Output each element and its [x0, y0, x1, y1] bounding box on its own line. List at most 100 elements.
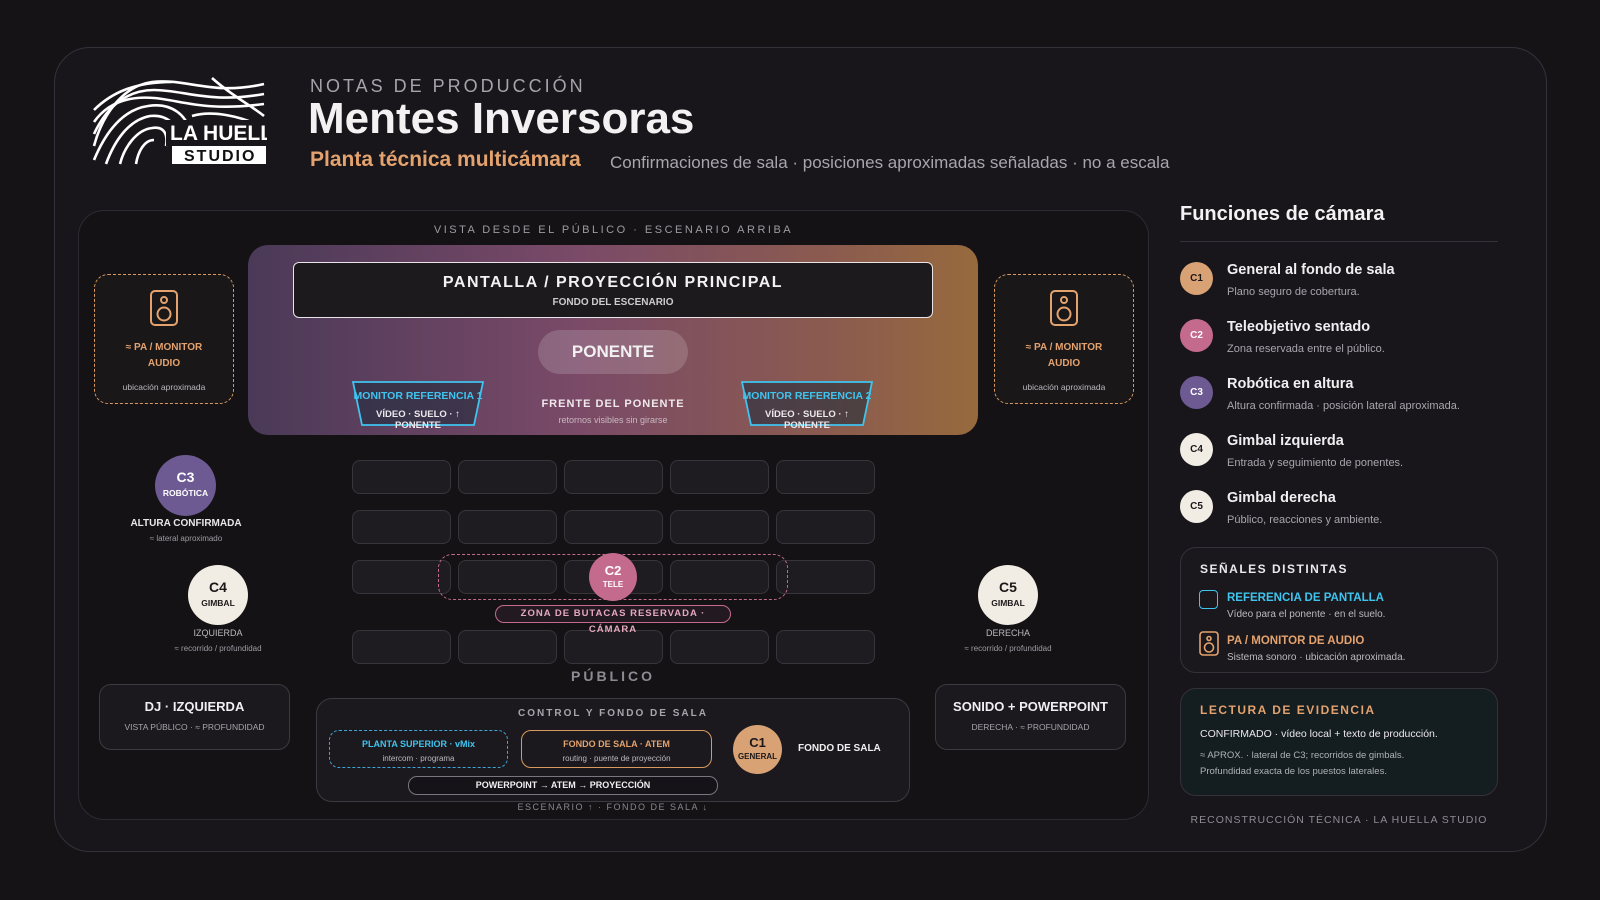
seat-block — [352, 460, 451, 494]
camera-c2: C2 TELE — [589, 553, 637, 601]
camera-c5-label: DERECHA — [985, 628, 1030, 638]
function-title: Robótica en altura — [1227, 376, 1354, 392]
subtitle-note: Confirmaciones de sala · posiciones apro… — [610, 153, 1170, 172]
monitor-2-title: MONITOR REFERENCIA 2 — [742, 390, 872, 402]
speaker-icon — [1199, 631, 1219, 661]
c4-badge: C4 — [1180, 433, 1213, 466]
dj-title: DJ · IZQUIERDA — [144, 699, 245, 714]
camera-c1-role: GENERAL — [737, 752, 778, 761]
camera-c3-label: ALTURA CONFIRMADA — [130, 518, 242, 529]
function-title: General al fondo de sala — [1227, 262, 1395, 278]
camera-c5-sub: ≈ recorrido / profundidad — [964, 644, 1052, 653]
seat-block — [776, 560, 875, 594]
camera-c5-id: C5 — [999, 579, 1017, 595]
pa-left-line2: AUDIO — [147, 358, 181, 369]
screen-reference-icon — [1199, 590, 1218, 609]
function-title: Gimbal izquierda — [1227, 433, 1344, 449]
camera-c3-sub: ≈ lateral aproximado — [149, 534, 223, 543]
signal-screen-title: REFERENCIA DE PANTALLA — [1227, 592, 1384, 604]
seat-block — [776, 630, 875, 664]
seat-block — [776, 510, 875, 544]
function-desc: Plano seguro de cobertura. — [1227, 286, 1360, 298]
speaker-position: PONENTE — [538, 330, 688, 374]
pa-left-line1: ≈ PA / MONITOR — [125, 342, 203, 353]
reference-monitor-2: MONITOR REFERENCIA 2 VÍDEO · SUELO · ↑ P… — [741, 381, 873, 431]
functions-title: Funciones de cámara — [1180, 203, 1385, 225]
signal-pa-desc: Sistema sonoro · ubicación aproximada. — [1227, 652, 1406, 663]
atem-sub: routing · puente de proyección — [562, 754, 671, 763]
orientation-label: ESCENARIO ↑ · FONDO DE SALA ↓ — [517, 802, 709, 812]
camera-c5: C5 GIMBAL — [978, 565, 1038, 625]
seat-block — [352, 630, 451, 664]
vmix-sub: intercom · programa — [382, 754, 455, 763]
speaker-front-sub: retornos visibles sin girarse — [558, 415, 668, 425]
seat-block — [458, 460, 557, 494]
monitor-2-sub: VÍDEO · SUELO · ↑ PONENTE — [765, 409, 849, 431]
seat-block — [670, 630, 769, 664]
seat-block — [564, 460, 663, 494]
audience-label: PÚBLICO — [571, 668, 655, 684]
pa-monitor-right: ≈ PA / MONITOR AUDIO ubicación aproximad… — [994, 274, 1134, 404]
c1-badge: C1 — [1180, 262, 1213, 295]
camera-c4-role: GIMBAL — [201, 598, 235, 608]
pa-right-line1: ≈ PA / MONITOR — [1025, 342, 1103, 353]
camera-c2-role: TELE — [602, 580, 624, 589]
logo-text-2: STUDIO — [184, 148, 256, 165]
function-title: Gimbal derecha — [1227, 490, 1336, 506]
function-desc: Entrada y seguimiento de ponentes. — [1227, 457, 1404, 469]
evidence-title: LECTURA DE EVIDENCIA — [1200, 703, 1376, 717]
camera-c5-role: GIMBAL — [991, 598, 1025, 608]
seat-block — [670, 460, 769, 494]
dj-station: DJ · IZQUIERDA VISTA PÚBLICO · ≈ PROFUND… — [99, 684, 290, 750]
reference-monitor-1: MONITOR REFERENCIA 1 VÍDEO · SUELO · ↑ P… — [352, 381, 484, 431]
screen-subtitle: FONDO DEL ESCENARIO — [552, 297, 674, 308]
main-screen: PANTALLA / PROYECCIÓN PRINCIPAL FONDO DE… — [293, 262, 933, 318]
speaker-icon — [1050, 290, 1078, 326]
signal-screen-desc: Vídeo para el ponente · en el suelo. — [1227, 609, 1386, 620]
pa-left-note: ubicación aproximada — [122, 382, 206, 392]
logo-text-1: LA HUELLA — [170, 122, 267, 145]
speaker-icon — [150, 290, 178, 326]
seat-block — [458, 630, 557, 664]
reserved-zone-label: ZONA DE BUTACAS RESERVADA · CÁMARA — [495, 605, 731, 635]
atem-title: FONDO DE SALA · ATEM — [563, 739, 670, 749]
signals-title: SEÑALES DISTINTAS — [1200, 562, 1348, 576]
seat-block — [776, 460, 875, 494]
speaker-front-title: FRENTE DEL PONENTE — [541, 398, 685, 410]
pa-right-note: ubicación aproximada — [1022, 382, 1106, 392]
signal-pa-title: PA / MONITOR DE AUDIO — [1227, 635, 1365, 647]
camera-c4-sub: ≈ recorrido / profundidad — [174, 644, 262, 653]
control-title: CONTROL Y FONDO DE SALA — [518, 708, 708, 719]
page-title: Mentes Inversoras — [308, 94, 695, 143]
c5-badge: C5 — [1180, 490, 1213, 523]
monitor-1-sub: VÍDEO · SUELO · ↑ PONENTE — [376, 409, 460, 431]
sound-title: SONIDO + POWERPOINT — [953, 699, 1108, 714]
page-subtitle: Planta técnica multicámara — [310, 148, 581, 171]
camera-c1-id: C1 — [749, 735, 766, 750]
camera-c4-label: IZQUIERDA — [193, 628, 243, 638]
signal-screen-reference: REFERENCIA DE PANTALLA Vídeo para el pon… — [1227, 592, 1487, 620]
pa-right-line2: AUDIO — [1047, 358, 1081, 369]
signal-pipeline: POWERPOINT → ATEM → PROYECCIÓN — [408, 776, 718, 795]
evidence-confirmed: CONFIRMADO · vídeo local + texto de prod… — [1200, 728, 1438, 740]
speaker-front: FRENTE DEL PONENTE retornos visibles sin… — [520, 398, 706, 425]
vmix-box: PLANTA SUPERIOR · vMix intercom · progra… — [329, 730, 508, 768]
screen-title: PANTALLA / PROYECCIÓN PRINCIPAL — [442, 274, 784, 291]
seat-block — [670, 510, 769, 544]
evidence-depth: Profundidad exacta de los puestos latera… — [1200, 766, 1387, 777]
c3-badge: C3 — [1180, 376, 1213, 409]
atem-box: FONDO DE SALA · ATEM routing · puente de… — [521, 730, 712, 768]
c2-badge: C2 — [1180, 319, 1213, 352]
sound-station: SONIDO + POWERPOINT DERECHA · ≈ PROFUNDI… — [935, 684, 1126, 750]
camera-c3-id: C3 — [176, 469, 195, 485]
seat-block — [352, 560, 451, 594]
footer-credit: RECONSTRUCCIÓN TÉCNICA · LA HUELLA STUDI… — [1190, 814, 1488, 826]
camera-c3: C3 ROBÓTICA — [155, 455, 216, 516]
function-title: Teleobjetivo sentado — [1227, 319, 1371, 335]
la-huella-logo: LA HUELLA STUDIO — [92, 76, 288, 166]
seat-block — [458, 510, 557, 544]
dj-sub: VISTA PÚBLICO · ≈ PROFUNDIDAD — [124, 722, 265, 732]
pa-monitor-left: ≈ PA / MONITOR AUDIO ubicación aproximad… — [94, 274, 234, 404]
camera-c1: C1 GENERAL — [733, 725, 782, 774]
seat-block — [352, 510, 451, 544]
